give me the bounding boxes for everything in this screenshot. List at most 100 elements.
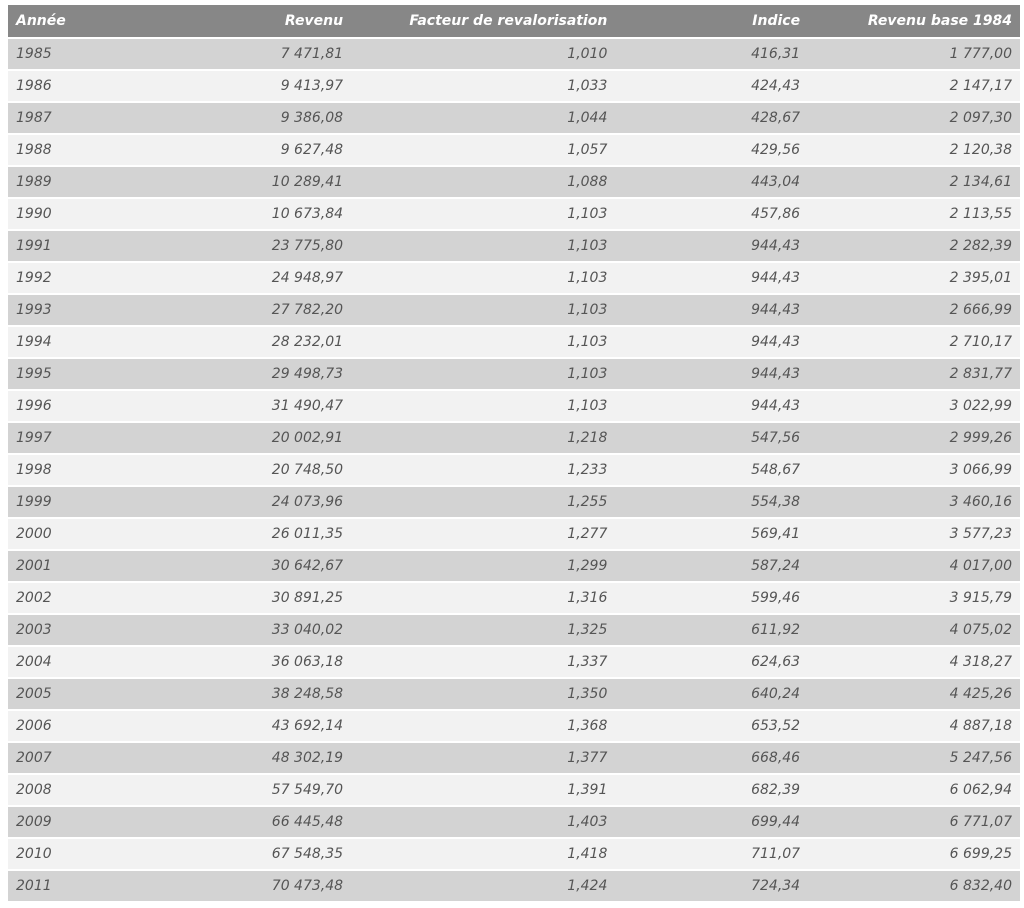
cell-revenu: 28 232,01 bbox=[159, 327, 352, 359]
cell-revenu-base: 5 247,56 bbox=[808, 743, 1020, 775]
table-row: 2002 30 891,25 1,316 599,46 3 915,79 bbox=[8, 583, 1020, 615]
cell-annee: 1999 bbox=[8, 487, 160, 519]
cell-facteur: 1,337 bbox=[351, 647, 616, 679]
table-row: 1985 7 471,81 1,010 416,31 1 777,00 bbox=[8, 39, 1020, 71]
cell-facteur: 1,368 bbox=[351, 711, 616, 743]
cell-facteur: 1,103 bbox=[351, 295, 616, 327]
cell-facteur: 1,233 bbox=[351, 455, 616, 487]
table-row: 2003 33 040,02 1,325 611,92 4 075,02 bbox=[8, 615, 1020, 647]
table-row: 2008 57 549,70 1,391 682,39 6 062,94 bbox=[8, 775, 1020, 807]
cell-annee: 1986 bbox=[8, 71, 160, 103]
column-header-indice: Indice bbox=[615, 5, 809, 39]
cell-revenu: 7 471,81 bbox=[159, 39, 352, 71]
cell-facteur: 1,424 bbox=[351, 871, 616, 903]
table-row: 2009 66 445,48 1,403 699,44 6 771,07 bbox=[8, 807, 1020, 839]
cell-revenu-base: 3 066,99 bbox=[808, 455, 1020, 487]
cell-facteur: 1,103 bbox=[351, 391, 616, 423]
cell-annee: 2010 bbox=[8, 839, 160, 871]
cell-indice: 640,24 bbox=[615, 679, 809, 711]
cell-revenu: 10 673,84 bbox=[159, 199, 352, 231]
table-row: 2004 36 063,18 1,337 624,63 4 318,27 bbox=[8, 647, 1020, 679]
table-row: 2010 67 548,35 1,418 711,07 6 699,25 bbox=[8, 839, 1020, 871]
cell-revenu-base: 2 831,77 bbox=[808, 359, 1020, 391]
table-row: 1988 9 627,48 1,057 429,56 2 120,38 bbox=[8, 135, 1020, 167]
cell-indice: 944,43 bbox=[615, 327, 809, 359]
cell-revenu-base: 4 017,00 bbox=[808, 551, 1020, 583]
cell-facteur: 1,033 bbox=[351, 71, 616, 103]
cell-revenu: 23 775,80 bbox=[159, 231, 352, 263]
cell-revenu: 26 011,35 bbox=[159, 519, 352, 551]
cell-annee: 2011 bbox=[8, 871, 160, 903]
cell-revenu: 24 948,97 bbox=[159, 263, 352, 295]
cell-indice: 624,63 bbox=[615, 647, 809, 679]
cell-revenu-base: 2 666,99 bbox=[808, 295, 1020, 327]
cell-revenu: 38 248,58 bbox=[159, 679, 352, 711]
cell-annee: 2008 bbox=[8, 775, 160, 807]
cell-revenu-base: 6 771,07 bbox=[808, 807, 1020, 839]
cell-indice: 416,31 bbox=[615, 39, 809, 71]
cell-indice: 944,43 bbox=[615, 359, 809, 391]
cell-facteur: 1,350 bbox=[351, 679, 616, 711]
column-header-revenu: Revenu bbox=[159, 5, 352, 39]
cell-revenu-base: 4 318,27 bbox=[808, 647, 1020, 679]
cell-revenu-base: 2 097,30 bbox=[808, 103, 1020, 135]
cell-revenu: 20 748,50 bbox=[159, 455, 352, 487]
cell-indice: 611,92 bbox=[615, 615, 809, 647]
table-row: 2006 43 692,14 1,368 653,52 4 887,18 bbox=[8, 711, 1020, 743]
cell-facteur: 1,325 bbox=[351, 615, 616, 647]
cell-annee: 2009 bbox=[8, 807, 160, 839]
revenue-table-container: Année Revenu Facteur de revalorisation I… bbox=[8, 5, 1020, 903]
cell-revenu: 29 498,73 bbox=[159, 359, 352, 391]
cell-annee: 1997 bbox=[8, 423, 160, 455]
cell-facteur: 1,391 bbox=[351, 775, 616, 807]
cell-facteur: 1,103 bbox=[351, 359, 616, 391]
cell-facteur: 1,255 bbox=[351, 487, 616, 519]
cell-facteur: 1,103 bbox=[351, 327, 616, 359]
cell-facteur: 1,057 bbox=[351, 135, 616, 167]
cell-annee: 2006 bbox=[8, 711, 160, 743]
cell-facteur: 1,218 bbox=[351, 423, 616, 455]
cell-revenu-base: 2 395,01 bbox=[808, 263, 1020, 295]
cell-indice: 457,86 bbox=[615, 199, 809, 231]
cell-indice: 724,34 bbox=[615, 871, 809, 903]
cell-indice: 653,52 bbox=[615, 711, 809, 743]
cell-indice: 944,43 bbox=[615, 231, 809, 263]
table-row: 2005 38 248,58 1,350 640,24 4 425,26 bbox=[8, 679, 1020, 711]
cell-annee: 1987 bbox=[8, 103, 160, 135]
table-row: 2007 48 302,19 1,377 668,46 5 247,56 bbox=[8, 743, 1020, 775]
table-row: 1987 9 386,08 1,044 428,67 2 097,30 bbox=[8, 103, 1020, 135]
cell-annee: 2005 bbox=[8, 679, 160, 711]
cell-annee: 1994 bbox=[8, 327, 160, 359]
cell-revenu: 36 063,18 bbox=[159, 647, 352, 679]
cell-annee: 2004 bbox=[8, 647, 160, 679]
cell-annee: 1992 bbox=[8, 263, 160, 295]
cell-revenu-base: 3 460,16 bbox=[808, 487, 1020, 519]
table-row: 1999 24 073,96 1,255 554,38 3 460,16 bbox=[8, 487, 1020, 519]
cell-revenu-base: 2 999,26 bbox=[808, 423, 1020, 455]
cell-revenu: 66 445,48 bbox=[159, 807, 352, 839]
cell-revenu-base: 3 022,99 bbox=[808, 391, 1020, 423]
table-row: 1996 31 490,47 1,103 944,43 3 022,99 bbox=[8, 391, 1020, 423]
cell-revenu-base: 2 282,39 bbox=[808, 231, 1020, 263]
cell-facteur: 1,103 bbox=[351, 231, 616, 263]
table-row: 2000 26 011,35 1,277 569,41 3 577,23 bbox=[8, 519, 1020, 551]
cell-indice: 587,24 bbox=[615, 551, 809, 583]
cell-annee: 2002 bbox=[8, 583, 160, 615]
cell-indice: 944,43 bbox=[615, 391, 809, 423]
cell-revenu: 48 302,19 bbox=[159, 743, 352, 775]
column-header-revenu-base: Revenu base 1984 bbox=[808, 5, 1020, 39]
cell-annee: 2001 bbox=[8, 551, 160, 583]
cell-revenu: 33 040,02 bbox=[159, 615, 352, 647]
cell-facteur: 1,418 bbox=[351, 839, 616, 871]
cell-indice: 548,67 bbox=[615, 455, 809, 487]
cell-indice: 944,43 bbox=[615, 263, 809, 295]
cell-annee: 1989 bbox=[8, 167, 160, 199]
cell-indice: 668,46 bbox=[615, 743, 809, 775]
cell-indice: 599,46 bbox=[615, 583, 809, 615]
cell-revenu-base: 3 577,23 bbox=[808, 519, 1020, 551]
cell-annee: 1985 bbox=[8, 39, 160, 71]
cell-revenu: 9 627,48 bbox=[159, 135, 352, 167]
cell-indice: 944,43 bbox=[615, 295, 809, 327]
revenue-table: Année Revenu Facteur de revalorisation I… bbox=[8, 5, 1020, 903]
column-header-annee: Année bbox=[8, 5, 160, 39]
